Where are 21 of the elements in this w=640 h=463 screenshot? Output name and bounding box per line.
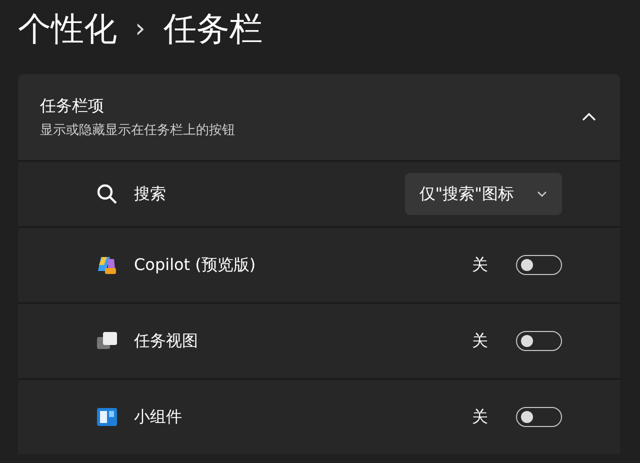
page-title: 任务栏 <box>163 8 262 50</box>
setting-label: 小组件 <box>134 406 183 428</box>
section-subtitle: 显示或隐藏显示在任务栏上的按钮 <box>40 122 236 138</box>
chevron-icon: › <box>135 14 146 44</box>
widgets-icon <box>96 406 118 428</box>
setting-label: 搜索 <box>134 184 167 204</box>
stacked-windows-icon <box>96 330 118 352</box>
setting-label: 任务视图 <box>134 330 199 352</box>
section-header[interactable]: 任务栏项 显示或隐藏显示在任务栏上的按钮 <box>18 74 620 160</box>
toggle-state-label: 关 <box>472 406 488 428</box>
toggle-state-label: 关 <box>472 330 488 352</box>
breadcrumb-link[interactable]: 个性化 <box>18 6 117 52</box>
toggle-switch[interactable] <box>516 331 562 351</box>
setting-label: Copilot (预览版) <box>134 254 257 276</box>
toggle-state-label: 关 <box>472 254 488 276</box>
section-title: 任务栏项 <box>40 96 105 116</box>
app-logo-icon <box>96 254 118 276</box>
toggle-switch[interactable] <box>516 255 562 275</box>
toggle-switch[interactable] <box>516 407 562 427</box>
search-style-dropdown[interactable]: 仅"搜索"图标 <box>405 173 562 215</box>
search-icon <box>96 183 118 205</box>
